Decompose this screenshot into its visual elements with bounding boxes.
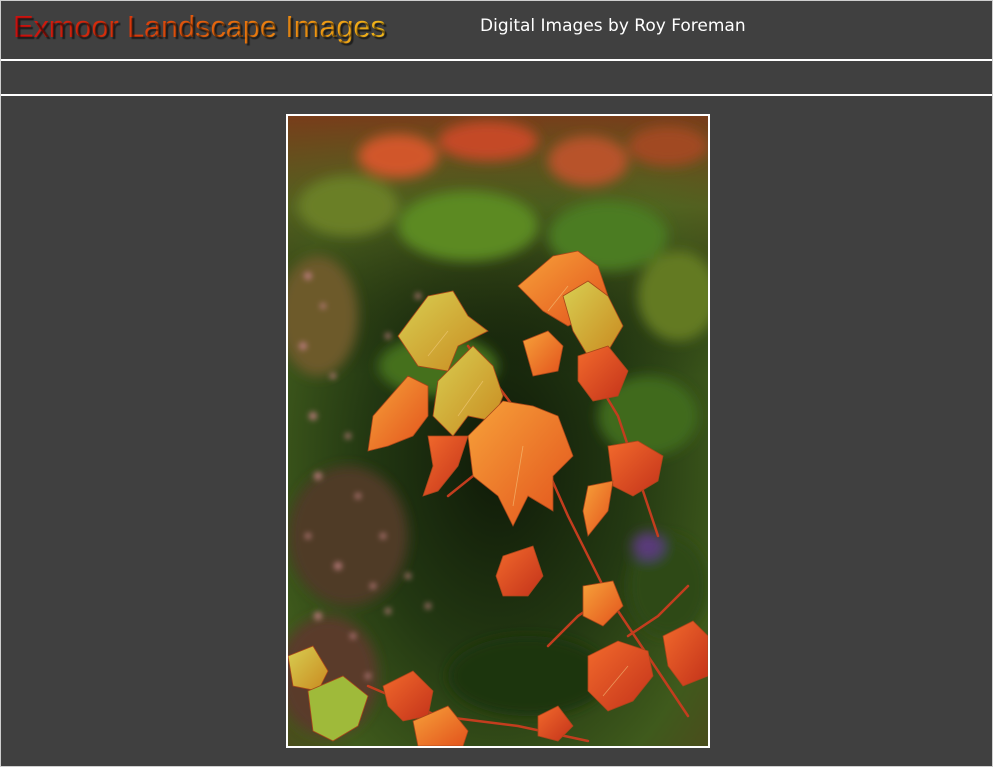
autumn-leaves-image [288, 116, 708, 746]
page-frame: Exmoor Landscape Images Digital Images b… [0, 0, 993, 767]
site-header: Exmoor Landscape Images Digital Images b… [1, 1, 992, 61]
site-title[interactable]: Exmoor Landscape Images [13, 7, 386, 47]
main-content [1, 96, 992, 766]
featured-photo[interactable] [286, 114, 710, 748]
site-subtitle: Digital Images by Roy Foreman [480, 16, 746, 36]
navigation-bar [1, 61, 992, 96]
